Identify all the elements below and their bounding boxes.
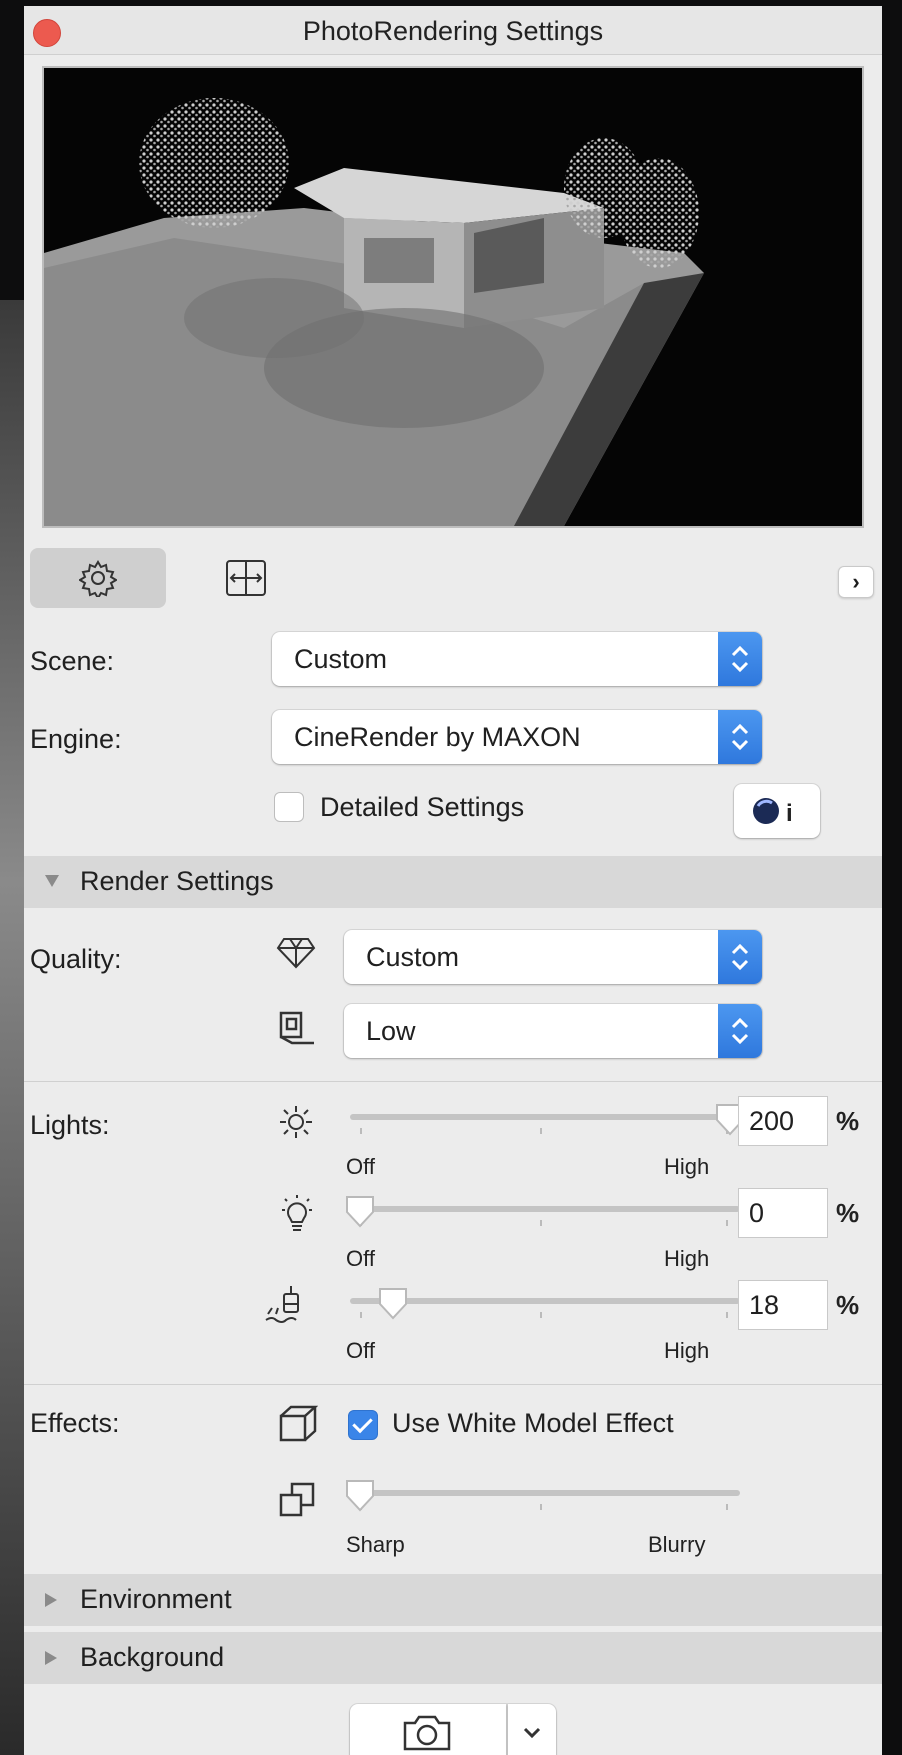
blur-max-label: Blurry bbox=[648, 1532, 706, 1557]
ambient-max-label: High bbox=[664, 1338, 710, 1363]
light-unit: % bbox=[836, 1198, 860, 1228]
white-model-checkbox[interactable] bbox=[348, 1410, 378, 1440]
light-value: 0 bbox=[749, 1198, 765, 1228]
expand-panel-button[interactable]: › bbox=[838, 566, 874, 598]
scene-stepper-icon bbox=[718, 632, 762, 686]
sun-value: 200 bbox=[749, 1106, 795, 1136]
title-bar: PhotoRendering Settings bbox=[24, 6, 882, 55]
light-min-label: Off bbox=[346, 1246, 375, 1271]
diamond-icon bbox=[276, 938, 316, 969]
render-preview-image bbox=[44, 68, 862, 526]
environment-title: Environment bbox=[80, 1584, 232, 1614]
slider-thumb[interactable] bbox=[344, 1194, 376, 1230]
engine-value: CineRender by MAXON bbox=[294, 722, 581, 752]
render-preview bbox=[42, 66, 864, 528]
detailed-settings-checkbox[interactable] bbox=[274, 792, 304, 822]
photorendering-settings-window: PhotoRendering Settings › Scene: Custom … bbox=[24, 6, 882, 1755]
slider-thumb[interactable] bbox=[344, 1478, 376, 1514]
light-value-field[interactable]: 0 bbox=[738, 1188, 828, 1238]
render-options-dropdown[interactable] bbox=[508, 1704, 556, 1755]
engine-stepper-icon bbox=[718, 710, 762, 764]
light-intensity-slider[interactable] bbox=[346, 1194, 740, 1228]
divider bbox=[24, 1384, 882, 1385]
svg-text:i: i bbox=[786, 800, 793, 827]
light-bulb-icon bbox=[282, 1195, 312, 1231]
white-model-label: Use White Model Effect bbox=[392, 1408, 674, 1438]
disclosure-open-icon bbox=[45, 875, 59, 887]
tab-size[interactable] bbox=[178, 548, 314, 608]
chevron-down-icon bbox=[523, 1727, 541, 1739]
camera-icon bbox=[403, 1715, 451, 1751]
quality-value: Custom bbox=[366, 942, 460, 972]
bottom-bar bbox=[24, 1690, 882, 1755]
gear-icon bbox=[79, 560, 117, 597]
ambient-value-field[interactable]: 18 bbox=[738, 1280, 828, 1330]
ambient-brush-icon bbox=[265, 1286, 299, 1323]
scene-label: Scene: bbox=[30, 646, 115, 676]
ambient-min-label: Off bbox=[346, 1338, 375, 1363]
cube-icon bbox=[279, 1405, 318, 1442]
scene-select[interactable]: Custom bbox=[272, 632, 762, 686]
engine-label: Engine: bbox=[30, 724, 122, 754]
blur-effect-icon bbox=[279, 1482, 315, 1517]
environment-header[interactable]: Environment bbox=[24, 1574, 882, 1626]
sun-min-label: Off bbox=[346, 1154, 375, 1179]
tab-settings[interactable] bbox=[30, 548, 166, 608]
sun-unit: % bbox=[836, 1106, 860, 1136]
render-button[interactable] bbox=[350, 1704, 506, 1755]
scene-value: Custom bbox=[294, 644, 388, 674]
size-frame-icon bbox=[226, 560, 266, 596]
render-settings-title: Render Settings bbox=[80, 866, 274, 896]
background-header[interactable]: Background bbox=[24, 1632, 882, 1684]
ambient-value: 18 bbox=[749, 1290, 780, 1320]
quality-select[interactable]: Custom bbox=[344, 930, 762, 984]
engine-info-button[interactable]: i bbox=[734, 784, 820, 838]
sun-intensity-slider[interactable] bbox=[350, 1102, 744, 1136]
blur-min-label: Sharp bbox=[346, 1532, 405, 1557]
quality-label: Quality: bbox=[30, 944, 122, 974]
detail-stepper-icon bbox=[718, 1004, 762, 1058]
sun-max-label: High bbox=[664, 1154, 710, 1179]
divider bbox=[24, 1081, 882, 1082]
detail-value: Low bbox=[366, 1016, 416, 1046]
window-title: PhotoRendering Settings bbox=[302, 16, 604, 46]
effects-label: Effects: bbox=[30, 1408, 120, 1438]
engine-select[interactable]: CineRender by MAXON bbox=[272, 710, 762, 764]
render-detail-icon bbox=[279, 1011, 314, 1045]
tab-bar: › bbox=[24, 536, 882, 618]
light-max-label: High bbox=[664, 1246, 710, 1271]
disclosure-closed-icon bbox=[45, 1651, 57, 1665]
lights-label: Lights: bbox=[30, 1110, 110, 1140]
render-settings-header[interactable]: Render Settings bbox=[24, 856, 882, 908]
ambient-intensity-slider[interactable] bbox=[350, 1286, 740, 1320]
detail-select[interactable]: Low bbox=[344, 1004, 762, 1058]
sun-value-field[interactable]: 200 bbox=[738, 1096, 828, 1146]
disclosure-closed-icon bbox=[45, 1593, 57, 1607]
effect-blur-slider[interactable] bbox=[346, 1478, 740, 1512]
slider-thumb[interactable] bbox=[377, 1286, 409, 1322]
background-title: Background bbox=[80, 1642, 225, 1672]
sun-icon bbox=[280, 1106, 312, 1138]
quality-stepper-icon bbox=[718, 930, 762, 984]
ambient-unit: % bbox=[836, 1290, 860, 1320]
cinema4d-info-icon: i bbox=[753, 798, 793, 827]
detailed-settings-label: Detailed Settings bbox=[320, 792, 525, 822]
